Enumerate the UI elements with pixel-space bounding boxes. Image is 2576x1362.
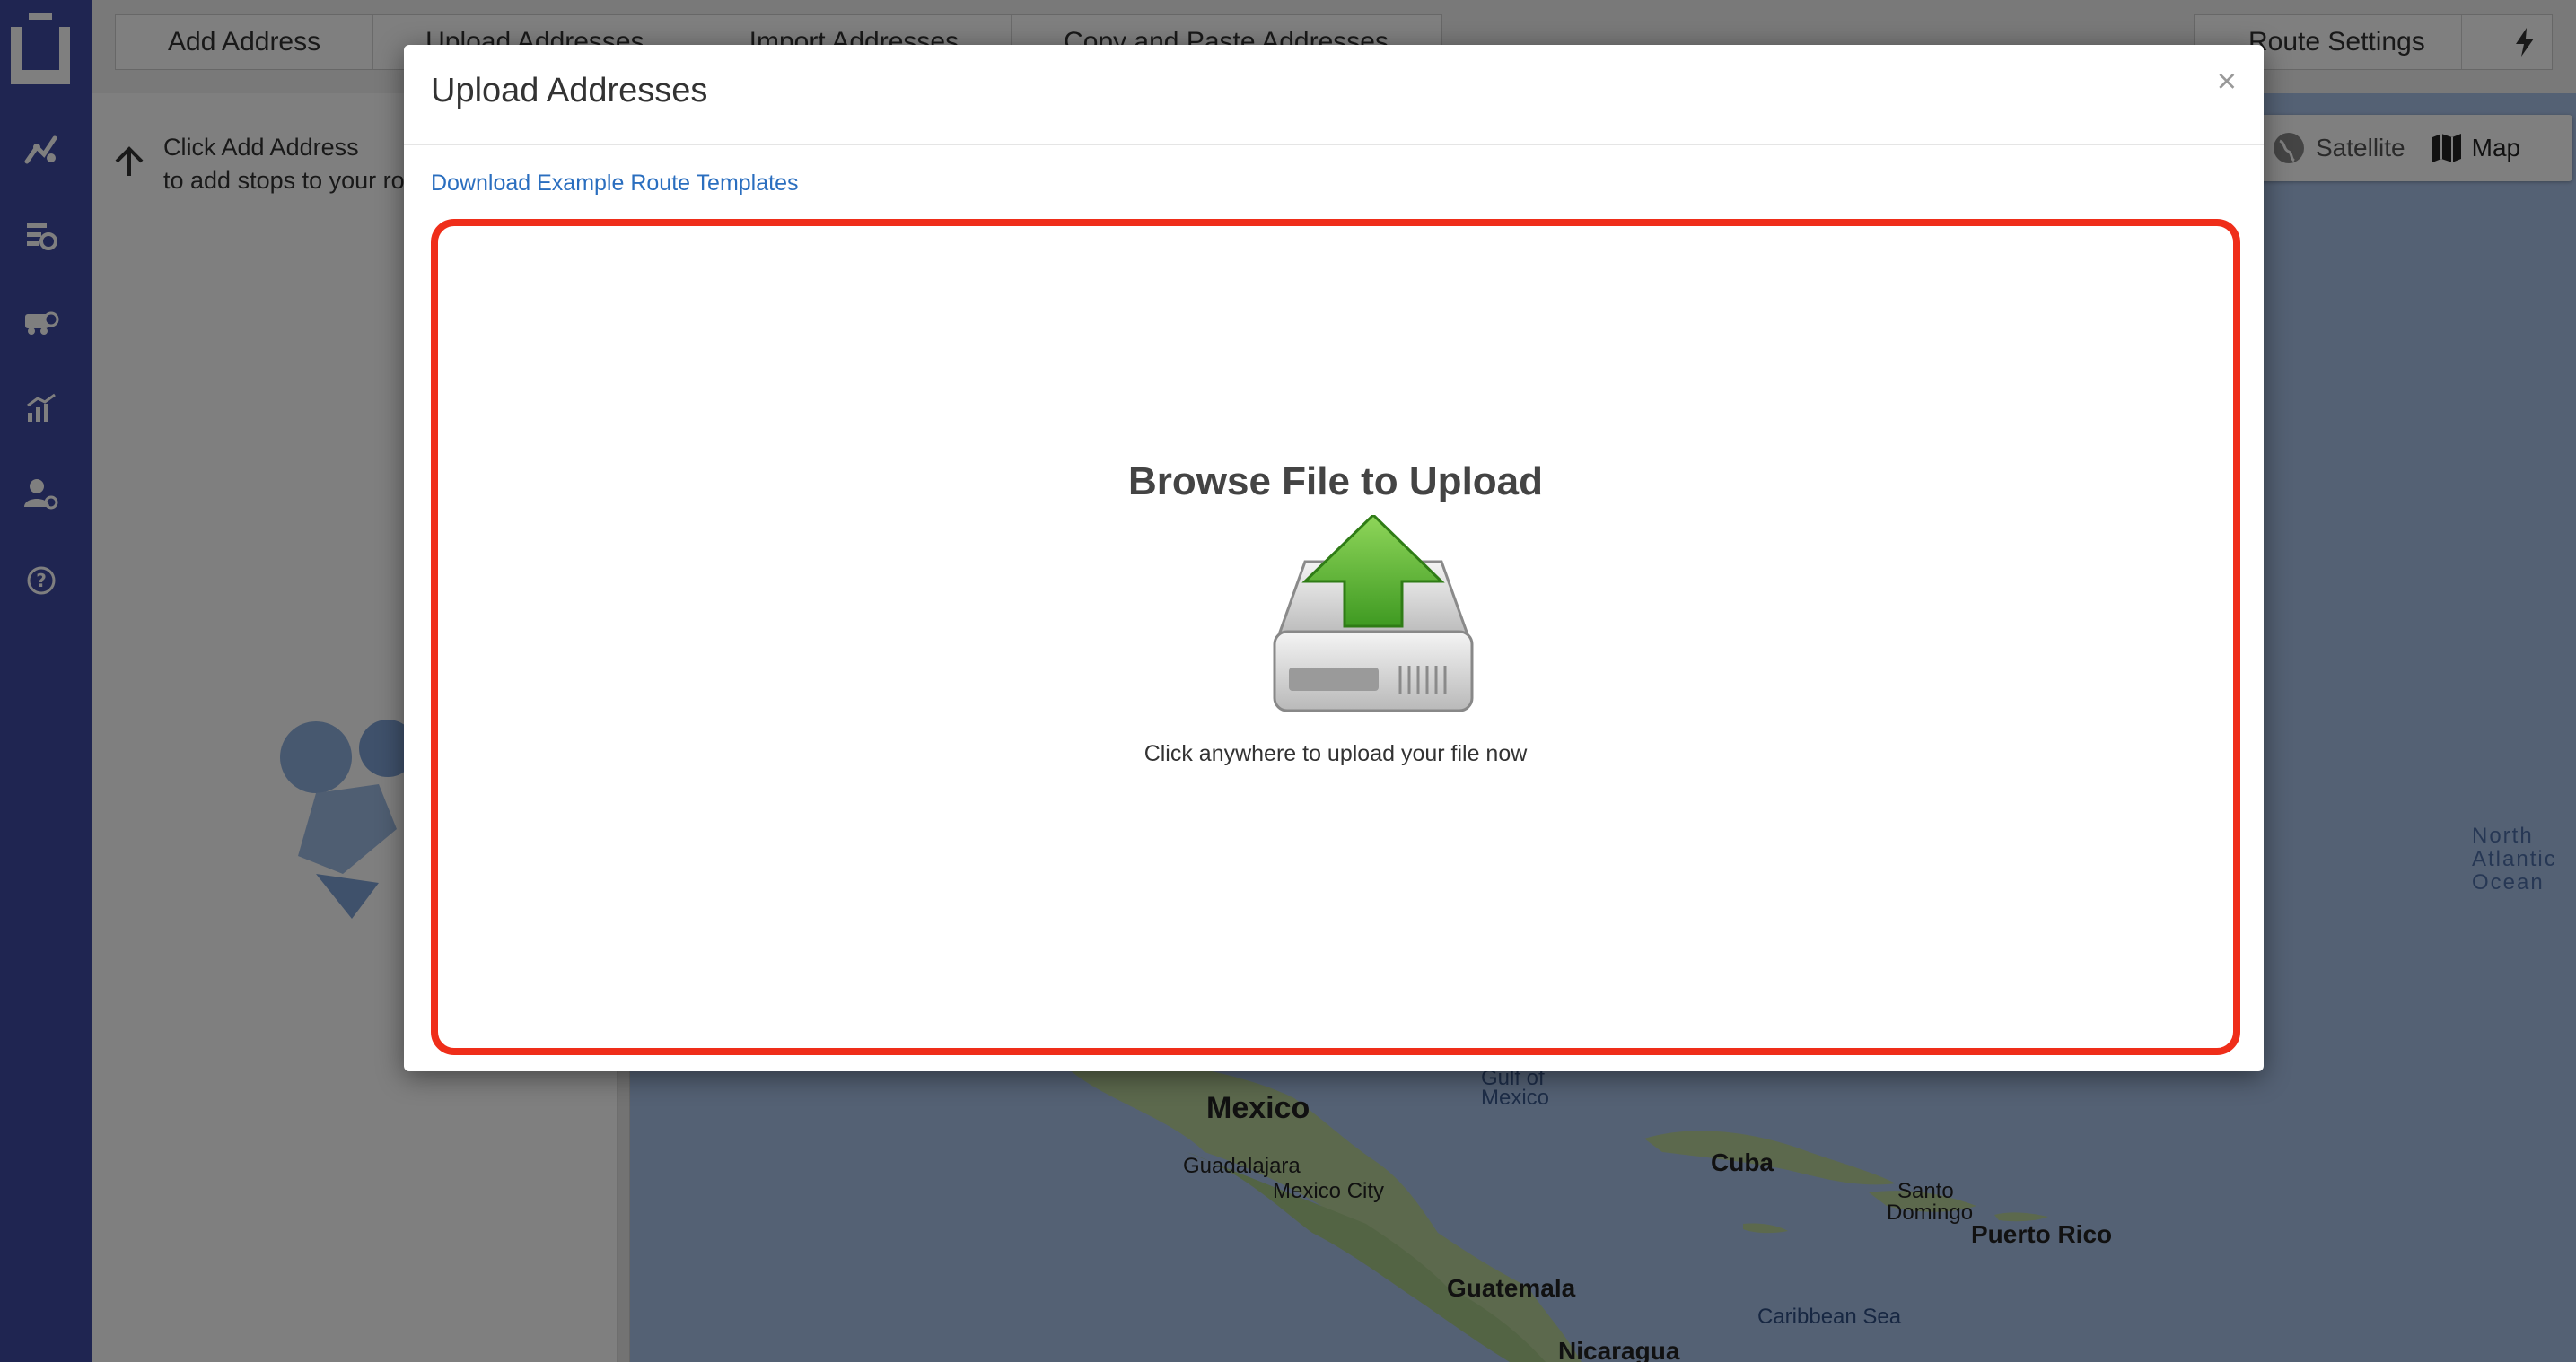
close-icon[interactable]: × xyxy=(2217,65,2237,99)
file-upload-dropzone[interactable]: Browse File to Upload Click anywhere to … xyxy=(431,219,2240,1055)
modal-title: Upload Addresses xyxy=(431,72,708,109)
upload-drive-icon xyxy=(1273,515,1474,712)
upload-addresses-modal: Upload Addresses × Download Example Rout… xyxy=(404,45,2264,1071)
download-templates-link[interactable]: Download Example Route Templates xyxy=(431,170,799,196)
dropzone-title: Browse File to Upload xyxy=(1127,459,1544,503)
dropzone-subtitle: Click anywhere to upload your file now xyxy=(1143,741,1528,766)
modal-header: Upload Addresses × xyxy=(404,45,2264,145)
